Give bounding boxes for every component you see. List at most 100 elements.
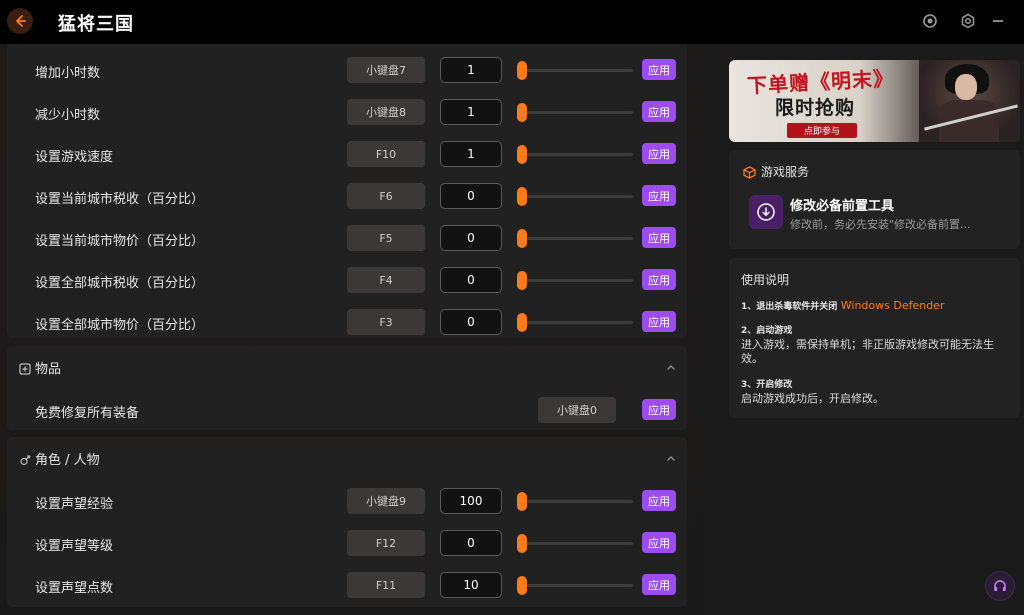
cheat-label: 增加小时数 — [35, 66, 101, 81]
game-service-card: 游戏服务 修改必备前置工具 修改前，务必先安装"修改必备前置... — [729, 150, 1020, 249]
banner-subtitle: 限时抢购 — [775, 97, 856, 119]
value-slider[interactable] — [517, 187, 633, 206]
slider-thumb[interactable] — [517, 187, 527, 206]
apply-button[interactable]: 应用 — [642, 59, 676, 80]
slider-thumb[interactable] — [517, 492, 527, 511]
slider-thumb[interactable] — [517, 271, 527, 290]
step-text: 启动游戏成功后，开启修改。 — [741, 392, 884, 405]
chevron-up-icon[interactable] — [665, 450, 677, 462]
cheat-row: 设置全部城市税收（百分比） F4 0 应用 — [7, 264, 687, 298]
hotkey-button[interactable]: F11 — [347, 572, 425, 598]
app-title: 猛将三国 — [58, 14, 134, 35]
tool-description: 修改前，务必先安装"修改必备前置... — [790, 218, 971, 231]
settings-button[interactable] — [959, 12, 977, 30]
cheat-label: 设置全部城市物价（百分比） — [35, 318, 205, 333]
hotkey-button[interactable]: F6 — [347, 183, 425, 209]
apply-button[interactable]: 应用 — [642, 311, 676, 332]
cheat-label: 免费修复所有装备 — [35, 406, 140, 421]
apply-button[interactable]: 应用 — [642, 101, 676, 122]
package-icon — [743, 164, 756, 179]
guide-step-3: 3、开启修改 启动游戏成功后，开启修改。 — [741, 378, 1011, 406]
promo-banner[interactable]: 下单赠《明末》 限时抢购 点即参与 — [729, 60, 1020, 142]
back-button[interactable] — [7, 8, 33, 34]
tool-download-button[interactable] — [749, 195, 783, 229]
hotkey-button[interactable]: F10 — [347, 141, 425, 167]
apply-button[interactable]: 应用 — [642, 143, 676, 164]
title-bar: 猛将三国 — [0, 0, 1024, 44]
gear-icon — [961, 13, 975, 29]
value-input[interactable]: 100 — [440, 488, 502, 514]
hotkey-button[interactable]: F12 — [347, 530, 425, 556]
value-slider[interactable] — [517, 534, 633, 553]
cheat-label: 减少小时数 — [35, 108, 101, 123]
slider-thumb[interactable] — [517, 313, 527, 332]
figure-face — [955, 74, 977, 100]
items-section-header[interactable]: 物品 — [7, 346, 687, 386]
value-slider[interactable] — [517, 492, 633, 511]
chevron-up-icon[interactable] — [665, 359, 677, 371]
value-input[interactable]: 1 — [440, 141, 502, 167]
side-panel: 下单赠《明末》 限时抢购 点即参与 游戏服务 修改必备前置工具 修改前，务必先安… — [700, 44, 1024, 615]
headset-icon — [994, 580, 1006, 591]
apply-button[interactable]: 应用 — [642, 574, 676, 595]
value-slider[interactable] — [517, 271, 633, 290]
value-slider[interactable] — [517, 145, 633, 164]
apply-button[interactable]: 应用 — [642, 532, 676, 553]
guide-title: 使用说明 — [741, 273, 790, 287]
roles-card: 角色 / 人物 设置声望经验 小键盘9 100 应用 设置声望等级 F12 0 … — [7, 437, 687, 607]
cheat-label: 设置当前城市物价（百分比） — [35, 234, 205, 249]
general-card: 增加小时数 小键盘7 1 应用 减少小时数 小键盘8 1 应用 设置游戏速度 F… — [7, 44, 687, 338]
banner-character-image — [919, 60, 1020, 142]
roles-section-header[interactable]: 角色 / 人物 — [7, 437, 687, 477]
slider-thumb[interactable] — [517, 145, 527, 164]
guide-step-2: 2、启动游戏 进入游戏，需保持单机；非正版游戏修改可能无法生效。 — [741, 324, 1011, 366]
hotkey-button[interactable]: 小键盘8 — [347, 99, 425, 125]
guide-step-1: 1、退出杀毒软件并关闭 Windows Defender — [741, 299, 1011, 314]
hotkey-button[interactable]: F3 — [347, 309, 425, 335]
apply-button[interactable]: 应用 — [642, 269, 676, 290]
value-input[interactable]: 10 — [440, 572, 502, 598]
value-slider[interactable] — [517, 576, 633, 595]
hotkey-button[interactable]: F5 — [347, 225, 425, 251]
hotkey-button[interactable]: 小键盘7 — [347, 57, 425, 83]
value-input[interactable]: 1 — [440, 57, 502, 83]
account-button[interactable] — [921, 12, 939, 30]
minimize-button[interactable] — [989, 12, 1007, 30]
banner-button[interactable]: 点即参与 — [787, 123, 857, 138]
apply-button[interactable]: 应用 — [642, 227, 676, 248]
slider-thumb[interactable] — [517, 61, 527, 80]
customer-support-button[interactable] — [985, 571, 1015, 601]
slider-thumb[interactable] — [517, 103, 527, 122]
section-title: 角色 / 人物 — [35, 453, 100, 468]
tool-title[interactable]: 修改必备前置工具 — [790, 195, 894, 214]
value-slider[interactable] — [517, 103, 633, 122]
user-icon — [923, 14, 937, 28]
cheat-label: 设置声望点数 — [35, 581, 114, 596]
slider-thumb[interactable] — [517, 229, 527, 248]
value-slider[interactable] — [517, 313, 633, 332]
minimize-icon — [993, 20, 1003, 22]
slider-thumb[interactable] — [517, 576, 527, 595]
section-title: 物品 — [35, 362, 62, 377]
value-input[interactable]: 0 — [440, 267, 502, 293]
apply-button[interactable]: 应用 — [642, 399, 676, 420]
value-input[interactable]: 0 — [440, 225, 502, 251]
hotkey-button[interactable]: F4 — [347, 267, 425, 293]
value-input[interactable]: 1 — [440, 99, 502, 125]
hotkey-button[interactable]: 小键盘0 — [538, 397, 616, 423]
apply-button[interactable]: 应用 — [642, 185, 676, 206]
slider-thumb[interactable] — [517, 534, 527, 553]
value-input[interactable]: 0 — [440, 309, 502, 335]
step-title: 1、退出杀毒软件并关闭 — [741, 302, 838, 312]
cheat-row: 增加小时数 小键盘7 1 应用 — [7, 54, 687, 88]
box-icon — [19, 360, 31, 375]
defender-highlight: Windows Defender — [840, 299, 945, 312]
cheat-row: 设置当前城市物价（百分比） F5 0 应用 — [7, 222, 687, 256]
apply-button[interactable]: 应用 — [642, 490, 676, 511]
value-slider[interactable] — [517, 229, 633, 248]
value-slider[interactable] — [517, 61, 633, 80]
hotkey-button[interactable]: 小键盘9 — [347, 488, 425, 514]
value-input[interactable]: 0 — [440, 530, 502, 556]
cheat-label: 设置声望经验 — [35, 497, 114, 512]
value-input[interactable]: 0 — [440, 183, 502, 209]
